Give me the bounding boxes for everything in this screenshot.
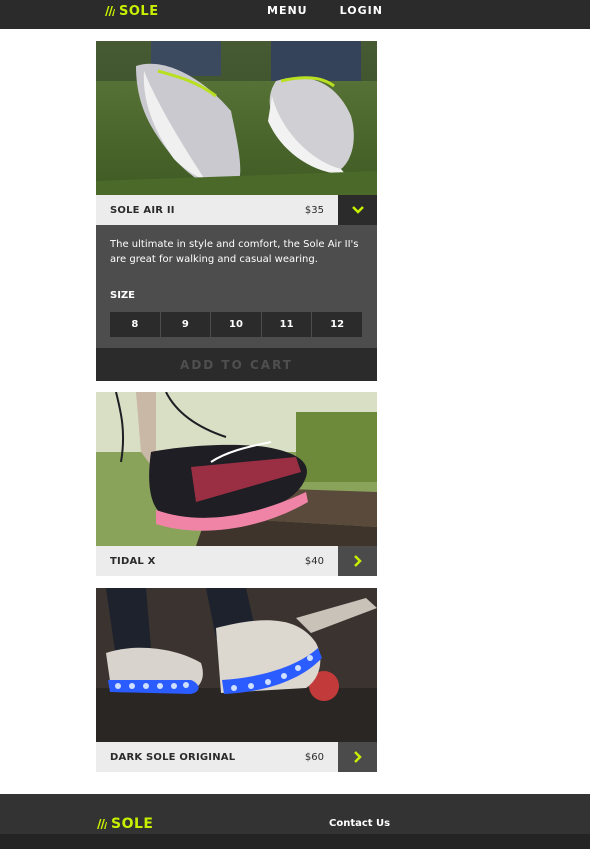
size-option-10[interactable]: 10 [211,312,262,337]
product-description: The ultimate in style and comfort, the S… [110,239,359,265]
product-details: The ultimate in style and comfort, the S… [96,225,377,381]
product-price: $60 [304,752,324,763]
chevron-down-icon [351,206,364,214]
main-nav: MENU LOGIN [267,4,383,17]
product-card-sole-air-ii: SOLE AIR II $35 The ultimate in style an… [96,41,377,381]
product-bar[interactable]: DARK SOLE ORIGINAL $60 [96,742,377,772]
product-bar[interactable]: TIDAL X $40 [96,546,377,576]
product-price: $35 [304,205,324,216]
footer-logo[interactable]: SOLE [96,816,153,832]
site-footer: SOLE Contact Us [0,794,590,849]
product-bar[interactable]: SOLE AIR II $35 [96,195,377,225]
brand-name: SOLE [119,3,159,19]
collapse-button[interactable] [338,195,377,225]
product-name: DARK SOLE ORIGINAL [110,752,236,763]
footer-strip [0,834,590,849]
size-label: SIZE [110,290,136,301]
product-image [96,41,377,195]
product-name: SOLE AIR II [110,205,175,216]
product-card-dark-sole-original: DARK SOLE ORIGINAL $60 [96,588,377,772]
size-option-11[interactable]: 11 [261,312,313,337]
chevron-right-icon [353,555,362,567]
expand-button[interactable] [338,546,377,576]
size-selector: 8 9 10 11 12 [110,312,362,337]
top-navbar: SOLE MENU LOGIN [0,0,590,29]
contact-us-link[interactable]: Contact Us [329,818,390,829]
product-name: TIDAL X [110,556,156,567]
product-image [96,392,377,546]
expand-button[interactable] [338,742,377,772]
chevron-right-icon [353,751,362,763]
size-option-8[interactable]: 8 [110,312,161,337]
logo-mark-icon [97,819,107,829]
size-option-9[interactable]: 9 [160,312,212,337]
brand-logo[interactable]: SOLE [104,3,159,19]
login-link[interactable]: LOGIN [340,4,383,17]
logo-mark-icon [105,6,115,16]
menu-link[interactable]: MENU [267,4,308,17]
product-image [96,588,377,742]
brand-name: SOLE [111,816,154,832]
size-option-12[interactable]: 12 [312,312,362,337]
product-card-tidal-x: TIDAL X $40 [96,392,377,577]
add-to-cart-button[interactable]: ADD TO CART [96,348,377,381]
product-price: $40 [304,556,324,567]
